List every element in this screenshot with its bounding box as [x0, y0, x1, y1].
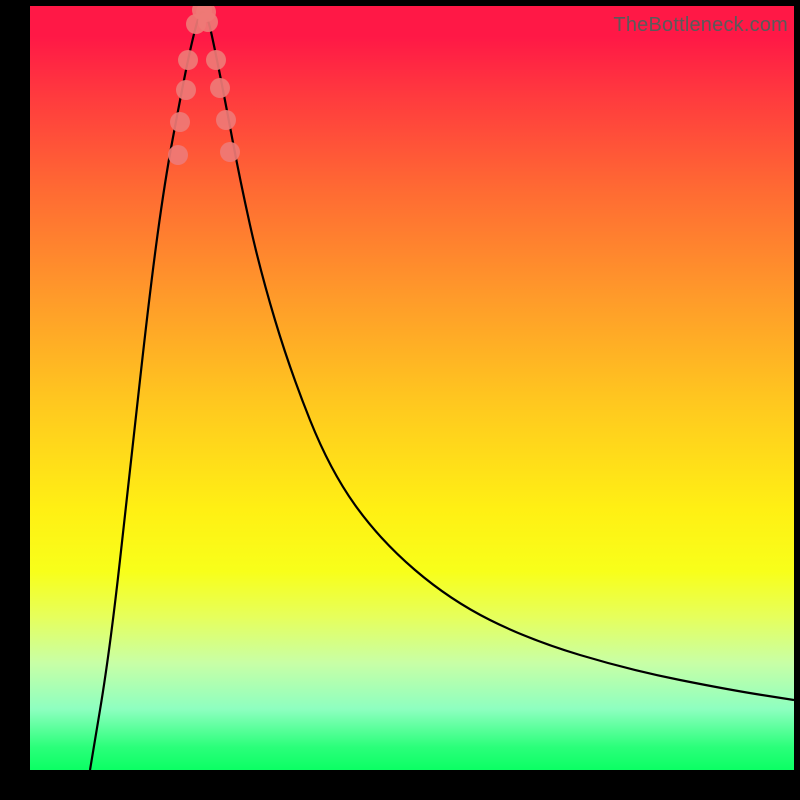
highlight-dot	[178, 50, 198, 70]
curve-path	[90, 12, 794, 770]
highlight-dot	[198, 12, 218, 32]
chart-frame: TheBottleneck.com	[0, 0, 800, 800]
highlight-dot	[220, 142, 240, 162]
highlight-dot	[176, 80, 196, 100]
highlight-dot	[210, 78, 230, 98]
highlight-dot	[170, 112, 190, 132]
plot-area: TheBottleneck.com	[30, 6, 794, 770]
highlight-dot	[206, 50, 226, 70]
highlight-dot	[216, 110, 236, 130]
bottleneck-curve	[30, 6, 794, 770]
highlight-dot	[168, 145, 188, 165]
